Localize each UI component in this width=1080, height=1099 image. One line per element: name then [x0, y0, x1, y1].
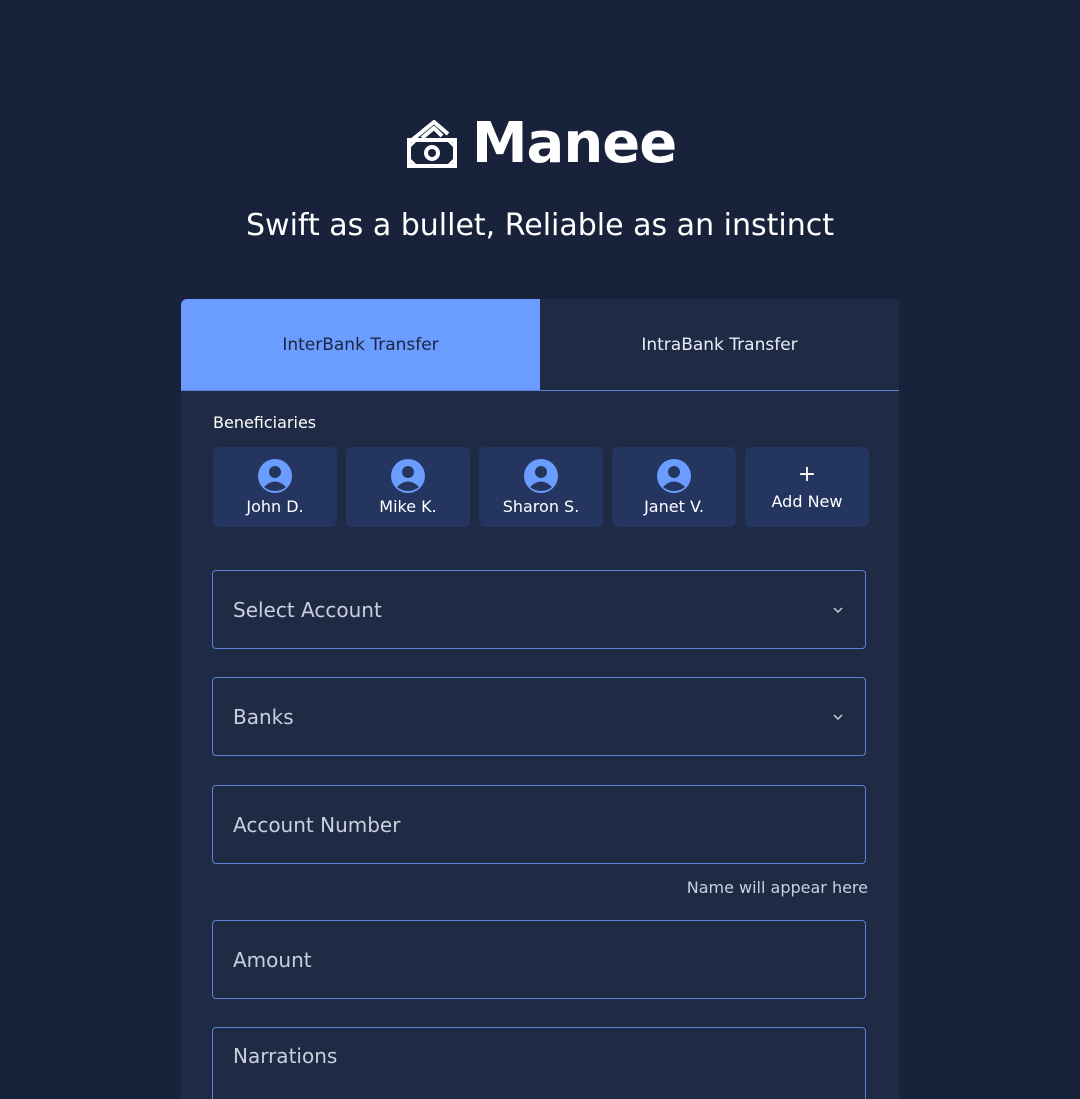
user-avatar-icon [258, 458, 292, 493]
brand-header: Manee [0, 112, 1080, 176]
tab-intrabank-transfer[interactable]: IntraBank Transfer [540, 299, 899, 390]
beneficiary-sharon[interactable]: Sharon S. [479, 447, 603, 527]
beneficiaries-list: John D. Mike K. Sharon S. Janet V. + Add… [213, 447, 869, 527]
select-account-placeholder: Select Account [233, 597, 382, 622]
amount-placeholder: Amount [233, 947, 312, 972]
beneficiary-name: Mike K. [379, 496, 437, 516]
plus-icon: + [797, 461, 817, 487]
brand-name: Manee [471, 111, 677, 176]
account-number-placeholder: Account Number [233, 812, 401, 837]
amount-input[interactable]: Amount [212, 920, 866, 999]
chevron-down-icon [833, 606, 843, 613]
account-number-input[interactable]: Account Number [212, 785, 866, 864]
add-new-label: Add New [771, 491, 843, 511]
transfer-card: InterBank Transfer IntraBank Transfer Be… [181, 299, 899, 1099]
user-avatar-icon [391, 458, 425, 493]
money-cash-icon [404, 116, 460, 172]
beneficiary-janet[interactable]: Janet V. [612, 447, 736, 527]
banks-placeholder: Banks [233, 704, 294, 729]
user-avatar-icon [657, 458, 691, 493]
narrations-input[interactable]: Narrations [212, 1027, 866, 1099]
beneficiary-name: Janet V. [644, 496, 704, 516]
chevron-down-icon [833, 713, 843, 720]
beneficiaries-label: Beneficiaries [213, 413, 317, 432]
transfer-tabs: InterBank Transfer IntraBank Transfer [181, 299, 899, 391]
select-account-dropdown[interactable]: Select Account [212, 570, 866, 649]
tab-interbank-transfer[interactable]: InterBank Transfer [181, 299, 540, 390]
add-new-beneficiary-button[interactable]: + Add New [745, 447, 869, 527]
narrations-placeholder: Narrations [233, 1044, 338, 1068]
user-avatar-icon [524, 458, 558, 493]
tagline: Swift as a bullet, Reliable as an instin… [246, 208, 834, 243]
account-name-hint: Name will appear here [686, 878, 868, 897]
beneficiary-name: John D. [246, 496, 304, 516]
beneficiary-mike[interactable]: Mike K. [346, 447, 470, 527]
beneficiary-name: Sharon S. [502, 496, 580, 516]
beneficiary-john[interactable]: John D. [213, 447, 337, 527]
banks-dropdown[interactable]: Banks [212, 677, 866, 756]
